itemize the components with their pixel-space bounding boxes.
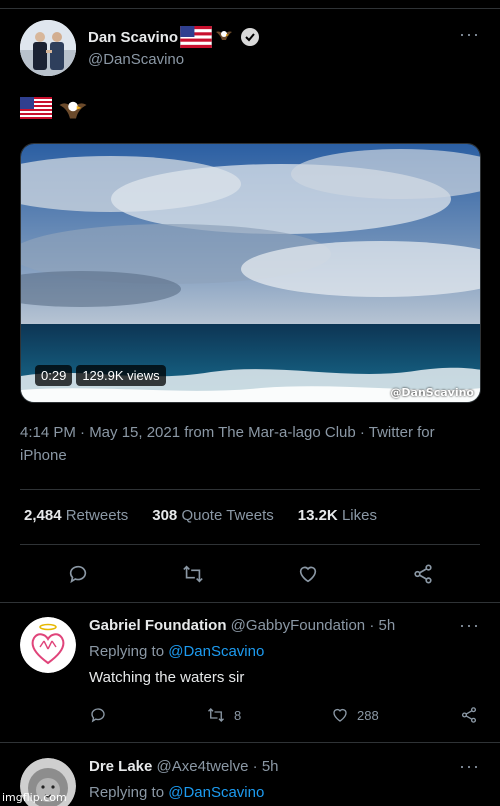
reply-author-name[interactable]: Gabriel Foundation [89, 617, 227, 634]
eagle-icon [59, 101, 87, 119]
reply-author-handle[interactable]: @GabbyFoundation [231, 617, 365, 634]
like-button[interactable]: 288 [331, 706, 379, 724]
reply-header: Gabriel Foundation @GabbyFoundation · 5h [89, 617, 395, 634]
video-duration: 0:29 [35, 365, 73, 386]
retweet-icon[interactable] [177, 558, 209, 590]
share-icon[interactable] [460, 706, 478, 724]
author-name-row: Dan Scavino [88, 26, 260, 48]
verified-badge-icon [241, 28, 260, 46]
reply-icon[interactable] [89, 706, 107, 724]
more-options-icon[interactable]: ··· [459, 615, 480, 636]
reply-tweet[interactable]: Dre Lake @Axe4twelve · 5h ··· Replying t… [20, 756, 480, 806]
tweet-stats: 2,484 Retweets 308 Quote Tweets 13.2K Li… [24, 507, 401, 524]
video-views: 129.9K views [76, 365, 166, 386]
reply-time: · 5h [369, 617, 396, 634]
replying-to: Replying to @DanScavino [89, 643, 265, 660]
reply-text: Watching the waters sir [89, 669, 245, 686]
reply-time: · 5h [252, 758, 279, 775]
tweet-actions [20, 558, 480, 590]
replying-to: Replying to @DanScavino [89, 784, 265, 801]
reply-actions: 8 288 [89, 706, 480, 726]
like-icon [333, 708, 347, 722]
reply-tweet[interactable]: Gabriel Foundation @GabbyFoundation · 5h… [20, 615, 480, 737]
video-badges: 0:29 129.9K views [35, 365, 166, 386]
more-options-icon[interactable]: ··· [459, 756, 480, 777]
divider [20, 544, 480, 545]
retweet-icon [208, 708, 224, 722]
top-divider [0, 8, 500, 9]
more-options-icon[interactable]: ··· [459, 24, 480, 45]
reply-icon[interactable] [62, 558, 94, 590]
retweets-stat[interactable]: 2,484 Retweets [24, 507, 128, 524]
mention-link[interactable]: @DanScavino [168, 784, 264, 801]
us-flag-icon [20, 97, 52, 119]
imgflip-watermark: imgflip.com [2, 791, 67, 804]
author-handle[interactable]: @DanScavino [88, 51, 184, 68]
reply-avatar[interactable] [20, 617, 76, 673]
tweet-timestamp[interactable]: 4:14 PM · May 15, 2021 from The Mar-a-la… [20, 421, 480, 467]
like-icon[interactable] [292, 558, 324, 590]
reply-author-handle[interactable]: @Axe4twelve [157, 758, 249, 775]
divider [0, 602, 500, 603]
divider [0, 742, 500, 743]
share-icon[interactable] [407, 558, 439, 590]
reply-header: Dre Lake @Axe4twelve · 5h [89, 758, 279, 775]
us-flag-icon [180, 26, 212, 48]
author-name[interactable]: Dan Scavino [88, 29, 178, 46]
quote-tweets-stat[interactable]: 308 Quote Tweets [152, 507, 273, 524]
author-avatar[interactable] [20, 20, 76, 76]
video-player[interactable]: 0:29 129.9K views @DanScavino [20, 143, 481, 403]
like-count: 288 [357, 707, 379, 723]
likes-stat[interactable]: 13.2K Likes [298, 507, 377, 524]
mention-link[interactable]: @DanScavino [168, 643, 264, 660]
eagle-icon [216, 31, 233, 40]
retweet-count: 8 [234, 707, 242, 723]
tweet-text [20, 97, 88, 125]
tweet-header: Dan Scavino @DanScavino ··· [20, 20, 480, 76]
divider [20, 489, 480, 490]
reply-author-name[interactable]: Dre Lake [89, 758, 152, 775]
video-watermark: @DanScavino [390, 386, 474, 399]
retweet-button[interactable]: 8 [206, 706, 241, 724]
